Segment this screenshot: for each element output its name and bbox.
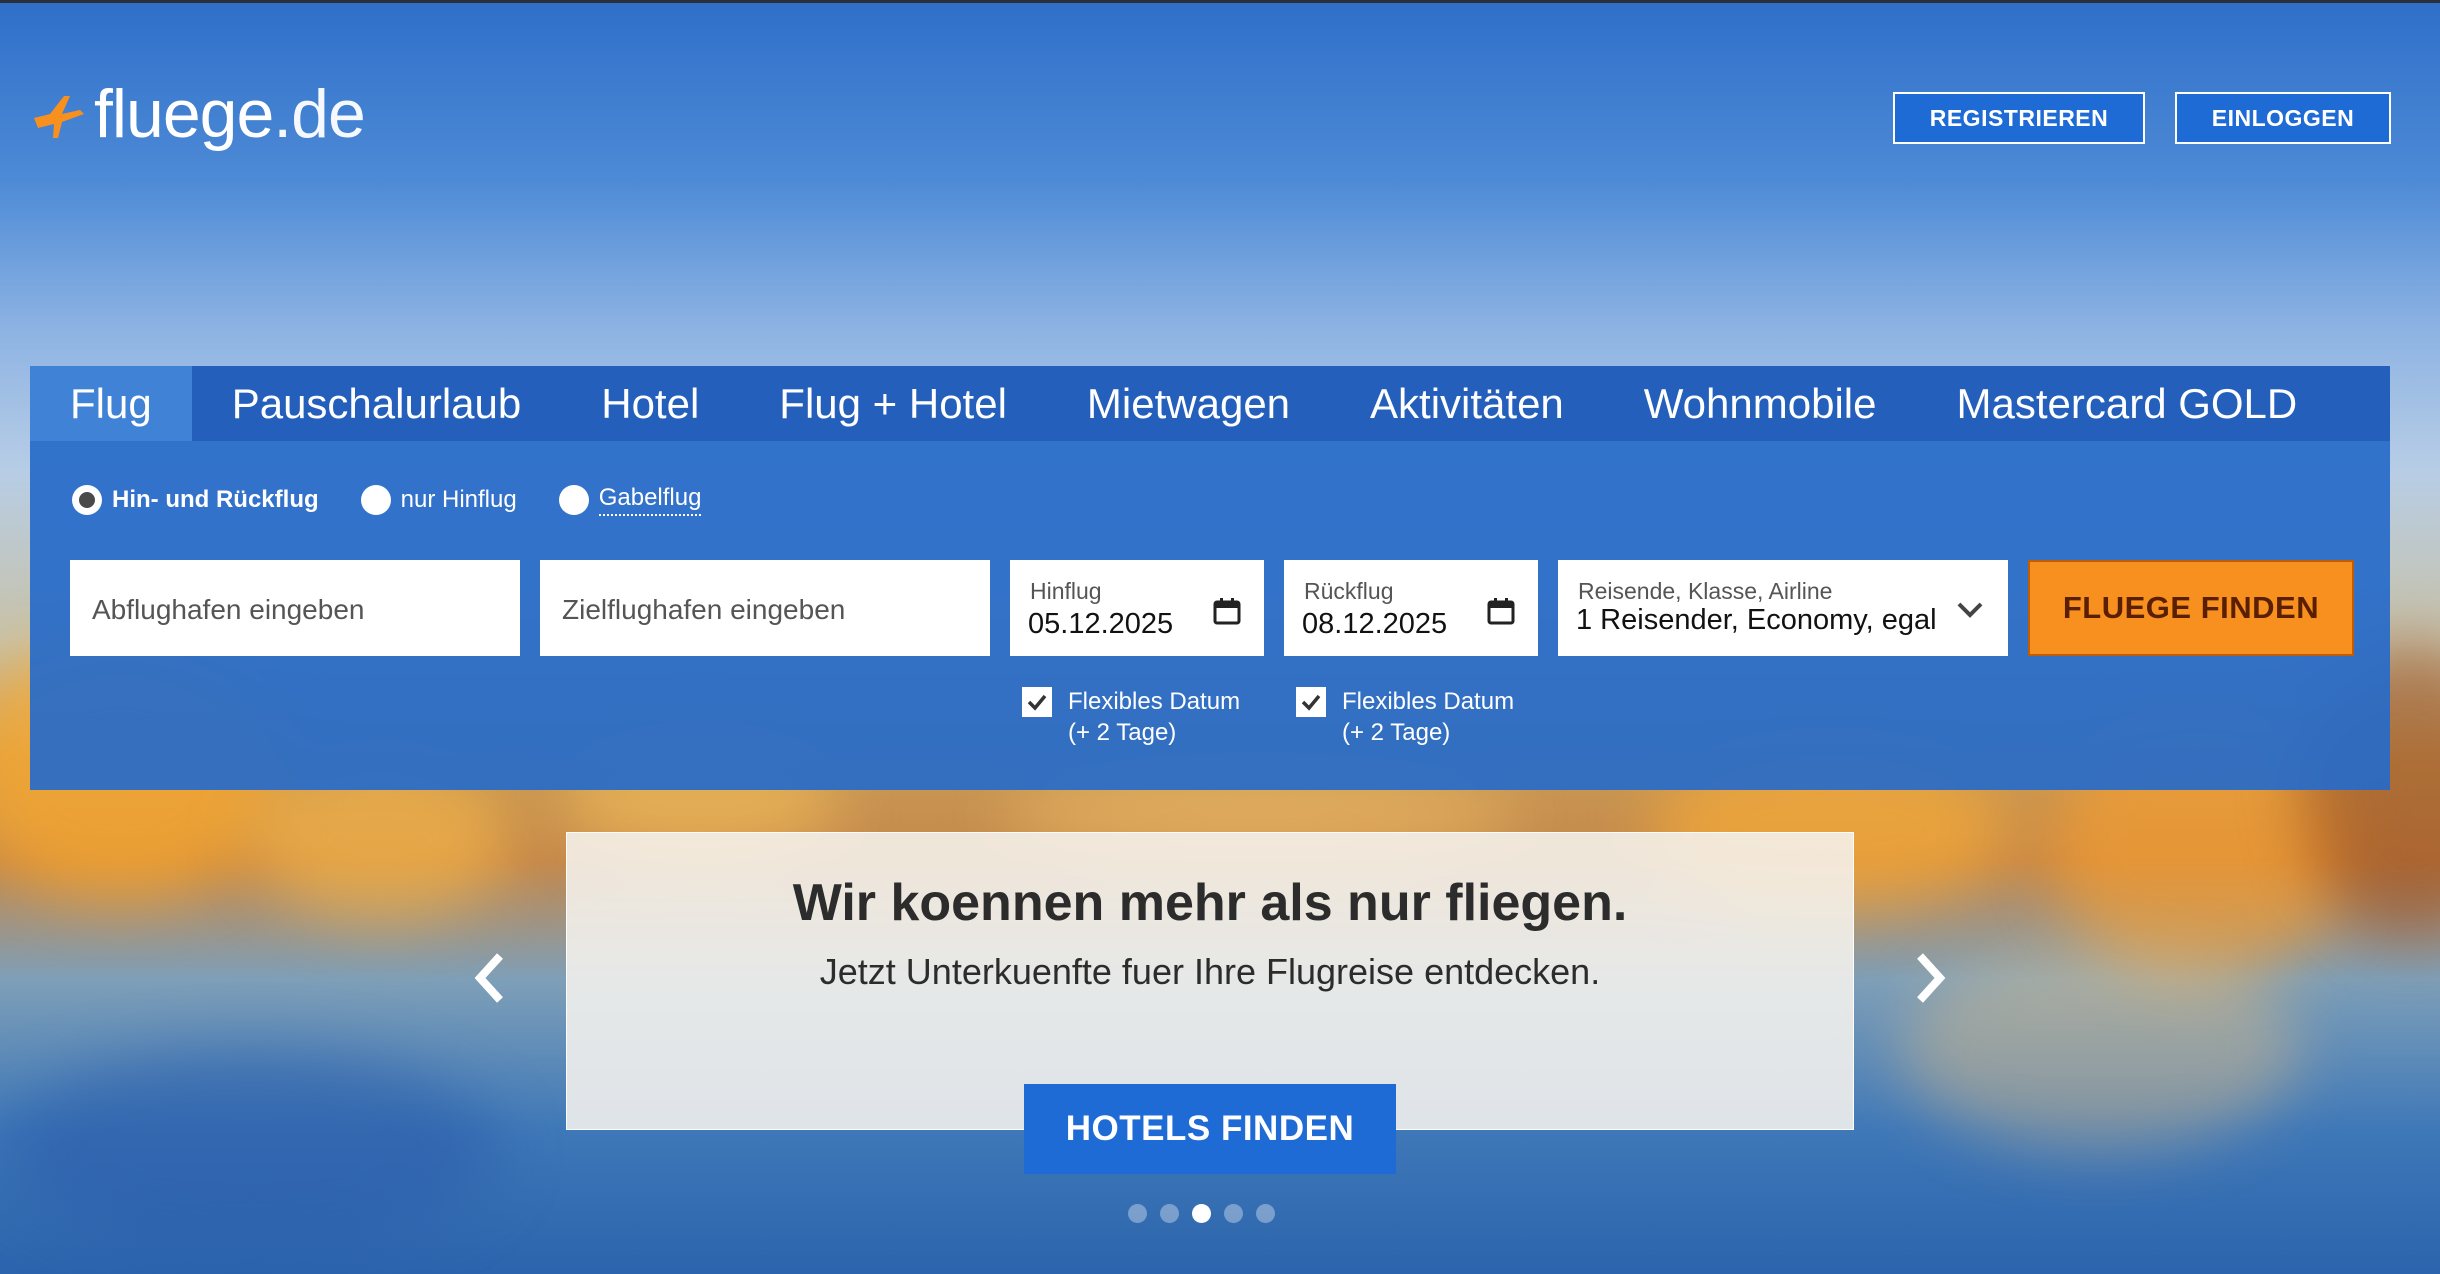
flex-date-outbound-line2: (+ 2 Tage) (1068, 719, 1177, 746)
carousel-dot[interactable] (1224, 1204, 1243, 1223)
tab-mietwagen[interactable]: Mietwagen (1047, 366, 1330, 441)
origin-placeholder: Abflughafen eingeben (92, 594, 365, 625)
return-date-value: 08.12.2025 (1302, 608, 1448, 640)
destination-input[interactable]: Zielflughafen eingeben (540, 560, 990, 656)
tab-aktivitaeten[interactable]: Aktivitäten (1330, 366, 1604, 441)
flex-date-outbound-text: Flexibles Datum (+ 2 Tage) (1068, 686, 1240, 748)
radio-empty-icon (360, 485, 391, 515)
login-button[interactable]: EINLOGGEN (2175, 92, 2391, 144)
radio-selected-icon (72, 485, 102, 515)
outbound-date-field[interactable]: Hinflug 05.12.2025 (1010, 560, 1264, 656)
flex-date-return[interactable]: Flexibles Datum (+ 2 Tage) (1296, 686, 1514, 748)
radio-multi-city[interactable]: Gabelflug (558, 484, 702, 516)
return-date-field[interactable]: Rückflug 08.12.2025 (1284, 560, 1538, 656)
product-tabs: Flug Pauschalurlaub Hotel Flug + Hotel M… (30, 366, 2390, 441)
flex-date-outbound-line1: Flexibles Datum (1068, 688, 1241, 715)
search-flights-button[interactable]: FLUEGE FINDEN (2028, 560, 2354, 656)
radio-empty-icon (558, 485, 589, 515)
top-border (0, 0, 2440, 3)
tab-flug[interactable]: Flug (30, 366, 192, 441)
flex-date-return-text: Flexibles Datum (+ 2 Tage) (1342, 686, 1514, 748)
radio-multi-city-label: Gabelflug (598, 484, 702, 516)
carousel-dot[interactable] (1128, 1204, 1147, 1223)
register-button[interactable]: REGISTRIEREN (1893, 92, 2145, 144)
return-date-label: Rückflug (1304, 578, 1394, 604)
logo-text: fluege.de (94, 80, 366, 148)
calendar-icon[interactable] (1486, 596, 1516, 626)
carousel-dots (1128, 1204, 1288, 1223)
logo[interactable]: fluege.de (28, 80, 366, 148)
travelers-label: Reisende, Klasse, Airline (1578, 578, 1833, 604)
radio-one-way-label: nur Hinflug (400, 486, 517, 513)
radio-one-way[interactable]: nur Hinflug (360, 485, 517, 515)
promo-subtitle: Jetzt Unterkuenfte fuer Ihre Flugreise e… (819, 951, 1601, 992)
tab-wohnmobile[interactable]: Wohnmobile (1604, 366, 1917, 441)
flex-date-return-line1: Flexibles Datum (1342, 688, 1515, 715)
origin-input[interactable]: Abflughafen eingeben (70, 560, 520, 656)
trip-type-group: Hin- und Rückflug nur Hinflug Gabelflug (72, 484, 743, 516)
tab-mastercard-gold[interactable]: Mastercard GOLD (1916, 366, 2337, 441)
airplane-icon (34, 96, 84, 138)
promo-title: Wir koennen mehr als nur fliegen. (792, 874, 1628, 932)
calendar-icon[interactable] (1212, 596, 1242, 626)
tab-pauschalurlaub[interactable]: Pauschalurlaub (192, 366, 562, 441)
logo-main: fluege (94, 76, 274, 152)
hotels-find-button[interactable]: HOTELS FINDEN (1024, 1084, 1396, 1174)
carousel-dot[interactable] (1160, 1204, 1179, 1223)
carousel-prev-arrow-icon[interactable] (470, 948, 510, 1008)
travelers-value: 1 Reisender, Economy, egal (1576, 604, 1937, 636)
flex-date-outbound[interactable]: Flexibles Datum (+ 2 Tage) (1022, 686, 1240, 748)
carousel-next-arrow-icon[interactable] (1910, 948, 1950, 1008)
checkbox-checked-icon[interactable] (1296, 687, 1326, 717)
radio-round-trip[interactable]: Hin- und Rückflug (72, 485, 319, 515)
outbound-date-label: Hinflug (1030, 578, 1102, 604)
outbound-date-value: 05.12.2025 (1028, 608, 1174, 640)
chevron-down-icon (1957, 602, 1983, 618)
search-panel: Flug Pauschalurlaub Hotel Flug + Hotel M… (30, 366, 2390, 790)
travelers-select[interactable]: Reisende, Klasse, Airline 1 Reisender, E… (1558, 560, 2008, 656)
destination-placeholder: Zielflughafen eingeben (562, 594, 846, 625)
carousel-dot-active[interactable] (1192, 1204, 1211, 1223)
tab-flug-hotel[interactable]: Flug + Hotel (739, 366, 1047, 441)
carousel-dot[interactable] (1256, 1204, 1275, 1223)
radio-round-trip-label: Hin- und Rückflug (112, 486, 319, 513)
checkbox-checked-icon[interactable] (1022, 687, 1052, 717)
logo-tld: .de (273, 76, 366, 152)
flex-date-return-line2: (+ 2 Tage) (1342, 719, 1451, 746)
tab-hotel[interactable]: Hotel (561, 366, 739, 441)
